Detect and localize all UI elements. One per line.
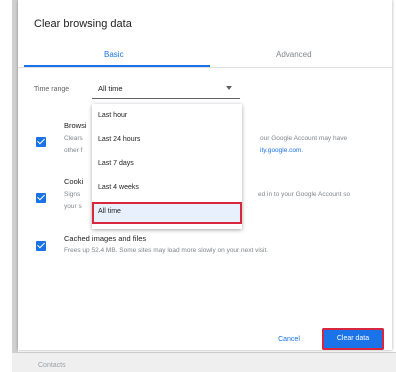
cookies-desc-line1: Signs [64,191,81,198]
browsing-history-desc-line1: Clears [64,135,83,142]
background-window-bottom [12,352,396,372]
time-range-dropdown: Last hour Last 24 hours Last 7 days Last… [92,104,242,229]
dropdown-option-label: Last hour [98,112,128,119]
dropdown-option-last-24-hours[interactable]: Last 24 hours [92,130,242,152]
dropdown-option-last-7-days[interactable]: Last 7 days [92,154,242,176]
dropdown-option-last-hour[interactable]: Last hour [92,106,242,128]
cookies-desc-line2: your s [64,203,82,210]
cached-images-checkbox[interactable] [36,241,46,251]
browsing-history-desc-line1-right: our Google Account may have [260,135,348,142]
chevron-down-icon [226,86,232,90]
activity-link[interactable]: ity.google.com. [260,147,303,154]
tab-basic[interactable]: Basic [104,50,124,59]
cached-images-title: Cached images and files [64,234,147,243]
dropdown-option-label: All time [98,208,121,215]
dialog-title: Clear browsing data [34,18,132,30]
tab-bar: Basic Advanced [18,44,392,68]
cached-images-desc: Frees up 52.4 MB. Some sites may load mo… [64,247,269,254]
clear-data-button[interactable]: Clear data [322,328,384,350]
cookies-checkbox[interactable] [36,193,46,203]
background-bottom-text: Contacts [38,362,66,369]
dropdown-option-label: Last 4 weeks [98,184,139,191]
browsing-history-title: Browsi [64,121,87,130]
time-range-value: All time [98,84,123,93]
time-range-label: Time range [34,86,70,93]
cookies-desc-line1-right: ed in to your Google Account so [258,191,351,198]
browsing-history-desc-line2: other f [64,147,83,154]
browsing-history-checkbox[interactable] [36,137,46,147]
dropdown-option-all-time[interactable]: All time [92,202,242,224]
time-range-select[interactable]: All time [92,80,240,99]
active-tab-indicator [24,65,210,67]
dropdown-option-last-4-weeks[interactable]: Last 4 weeks [92,178,242,200]
clear-browsing-data-dialog: Clear browsing data Basic Advanced Time … [18,0,392,350]
cancel-button[interactable]: Cancel [266,330,312,350]
dropdown-option-label: Last 7 days [98,160,134,167]
dropdown-option-label: Last 24 hours [98,136,141,143]
tab-advanced[interactable]: Advanced [276,50,312,59]
cookies-title: Cooki [64,177,84,186]
